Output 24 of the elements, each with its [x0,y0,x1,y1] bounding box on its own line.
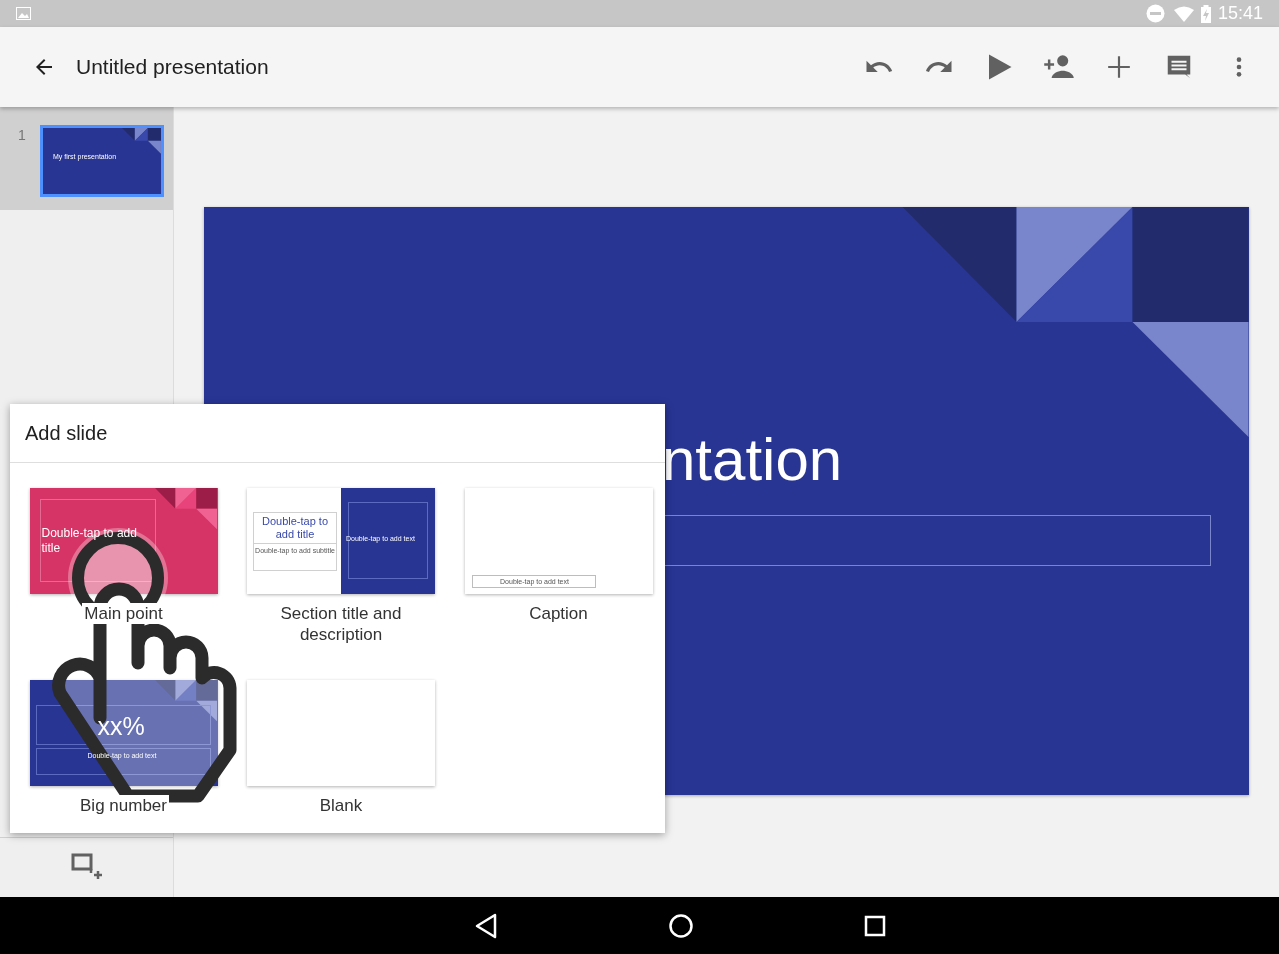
add-icon [1106,54,1132,80]
wifi-icon [1173,5,1194,22]
triangle-pattern-drawing [122,128,161,154]
home-nav-button[interactable] [667,912,694,939]
image-icon [16,7,31,20]
status-time: 15:41 [1217,2,1263,25]
recents-nav-button[interactable] [863,914,886,937]
triangle-pattern-drawing [155,488,218,530]
slide-number: 1 [18,126,27,145]
triangle-pattern-drawing [155,680,218,722]
back-nav-button[interactable] [473,912,498,939]
dialog-title: Add slide [25,421,108,446]
more-options-icon [1236,57,1242,77]
square-recents-icon [863,914,886,937]
layout-label: Main point [82,603,165,624]
slide-title: ntation [662,425,843,495]
thumbnail-number: xx% [97,712,145,740]
presentation-title: Untitled presentation [76,54,269,81]
battery-icon [1199,4,1212,23]
do-not-disturb-icon [1145,4,1165,23]
layout-label: Big number [78,795,169,816]
triangle-back-icon [473,912,498,939]
circle-home-icon [667,912,694,939]
layout-thumbnail[interactable] [247,680,435,786]
